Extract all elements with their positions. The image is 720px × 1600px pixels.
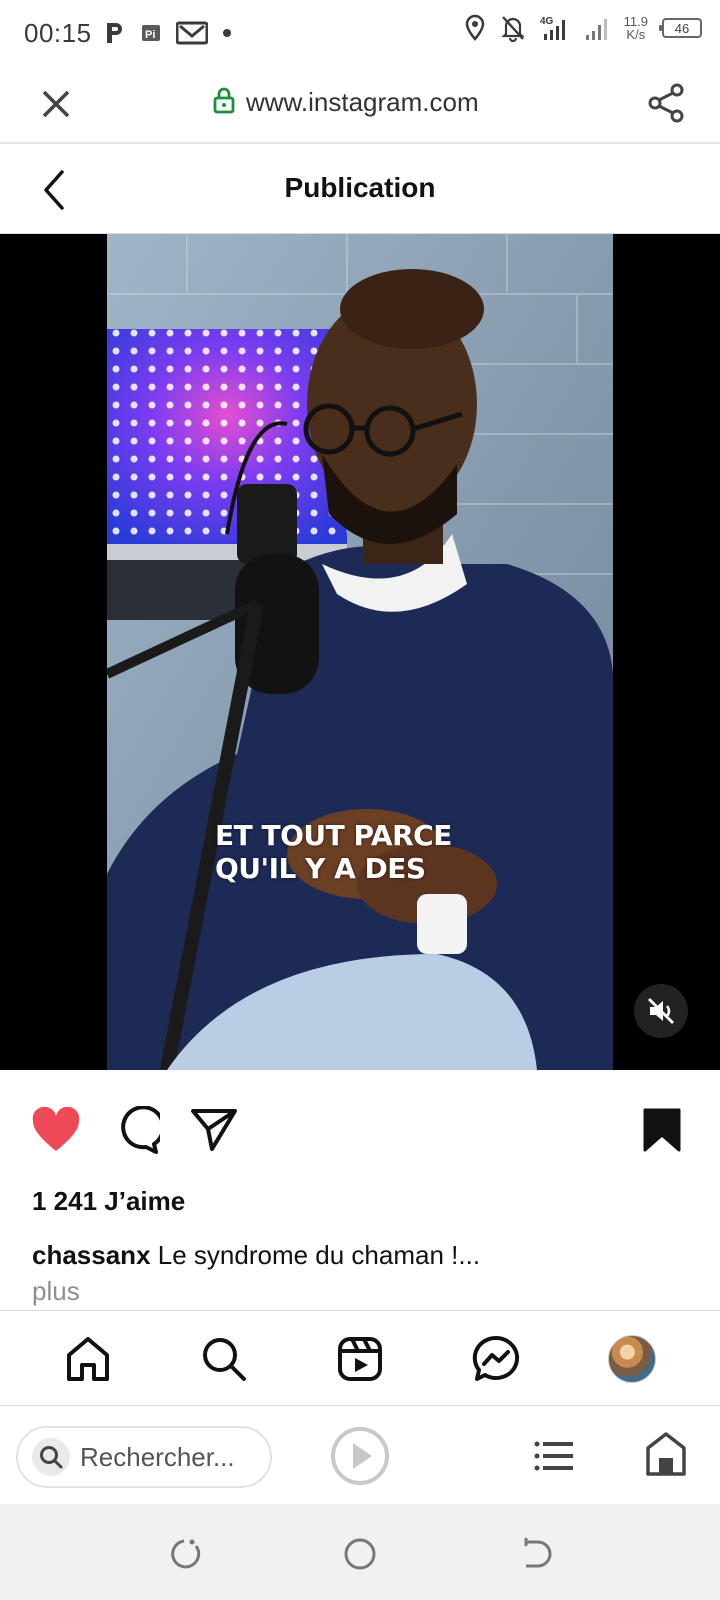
post-video[interactable]: ET TOUT PARCE QU'IL Y A DES: [0, 234, 720, 1070]
browser-home-icon[interactable]: [644, 1430, 688, 1478]
video-frame: [107, 234, 613, 1070]
search-placeholder: Rechercher...: [80, 1441, 235, 1472]
net-speed: 11.9 K/s: [624, 15, 648, 41]
heart-icon[interactable]: [30, 1104, 82, 1156]
caption-username[interactable]: chassanx: [32, 1240, 151, 1270]
android-home-icon[interactable]: [340, 1534, 380, 1574]
lock-icon: [212, 86, 236, 119]
post-caption: chassanx Le syndrome du chaman !...: [32, 1240, 480, 1271]
url-field[interactable]: www.instagram.com: [212, 86, 479, 119]
search-icon[interactable]: [198, 1333, 250, 1385]
battery-icon: 46: [659, 18, 702, 38]
dot-icon: [222, 28, 232, 38]
share-icon[interactable]: [188, 1104, 240, 1156]
svg-text:Pi: Pi: [145, 29, 155, 41]
likes-count[interactable]: 1 241 J’aime: [32, 1186, 185, 1217]
play-icon[interactable]: [330, 1426, 390, 1486]
pi-icon: Pi: [140, 22, 162, 44]
browser-bottom-bar: Rechercher...: [0, 1408, 720, 1504]
url-text: www.instagram.com: [246, 87, 479, 117]
share-network-icon[interactable]: [644, 80, 690, 126]
page-title: Publication: [284, 172, 436, 203]
android-nav-bar: [0, 1504, 720, 1600]
p-icon: [104, 21, 126, 45]
svg-text:4G: 4G: [540, 16, 554, 27]
location-icon: [464, 14, 486, 42]
avatar: [608, 1335, 656, 1383]
video-caption: ET TOUT PARCE QU'IL Y A DES: [215, 819, 452, 885]
reels-icon[interactable]: [334, 1333, 386, 1385]
battery-level: 46: [674, 20, 690, 36]
post-header: Publication: [0, 144, 720, 234]
instagram-bottom-nav: [0, 1310, 720, 1406]
gmail-icon: [175, 21, 208, 45]
browser-search-input[interactable]: Rechercher...: [16, 1426, 272, 1488]
messenger-icon[interactable]: [470, 1333, 522, 1385]
comment-icon[interactable]: [110, 1104, 162, 1156]
mute-toggle-button[interactable]: [634, 984, 688, 1038]
signal-4g-icon: 4G: [540, 14, 570, 42]
list-menu-icon[interactable]: [532, 1434, 576, 1478]
android-back-icon[interactable]: [516, 1534, 556, 1574]
caption-text: Le syndrome du chaman !...: [157, 1240, 481, 1270]
browser-url-bar: www.instagram.com: [0, 66, 720, 144]
bookmark-icon[interactable]: [636, 1104, 688, 1156]
video-caption-line1: ET TOUT PARCE: [215, 819, 452, 852]
video-still: [107, 234, 613, 1070]
recent-apps-icon[interactable]: [164, 1534, 204, 1574]
net-speed-unit: K/s: [626, 27, 646, 42]
status-right-icons: 4G 11.9 K/s 46: [464, 14, 702, 42]
status-time: 00:15: [24, 17, 92, 48]
more-link[interactable]: plus: [32, 1276, 80, 1307]
signal-icon: [584, 15, 610, 41]
profile-avatar[interactable]: [606, 1333, 658, 1385]
status-bar: 00:15 Pi 4G 11.9 K/s 46: [0, 0, 720, 66]
close-icon[interactable]: [36, 84, 76, 124]
post-actions: [0, 1088, 720, 1172]
home-icon[interactable]: [62, 1333, 114, 1385]
status-left-icons: Pi: [104, 21, 232, 45]
mute-bell-icon: [500, 14, 526, 42]
video-caption-line2: QU'IL Y A DES: [215, 852, 426, 885]
search-icon: [32, 1438, 70, 1476]
speaker-muted-icon: [648, 998, 674, 1024]
